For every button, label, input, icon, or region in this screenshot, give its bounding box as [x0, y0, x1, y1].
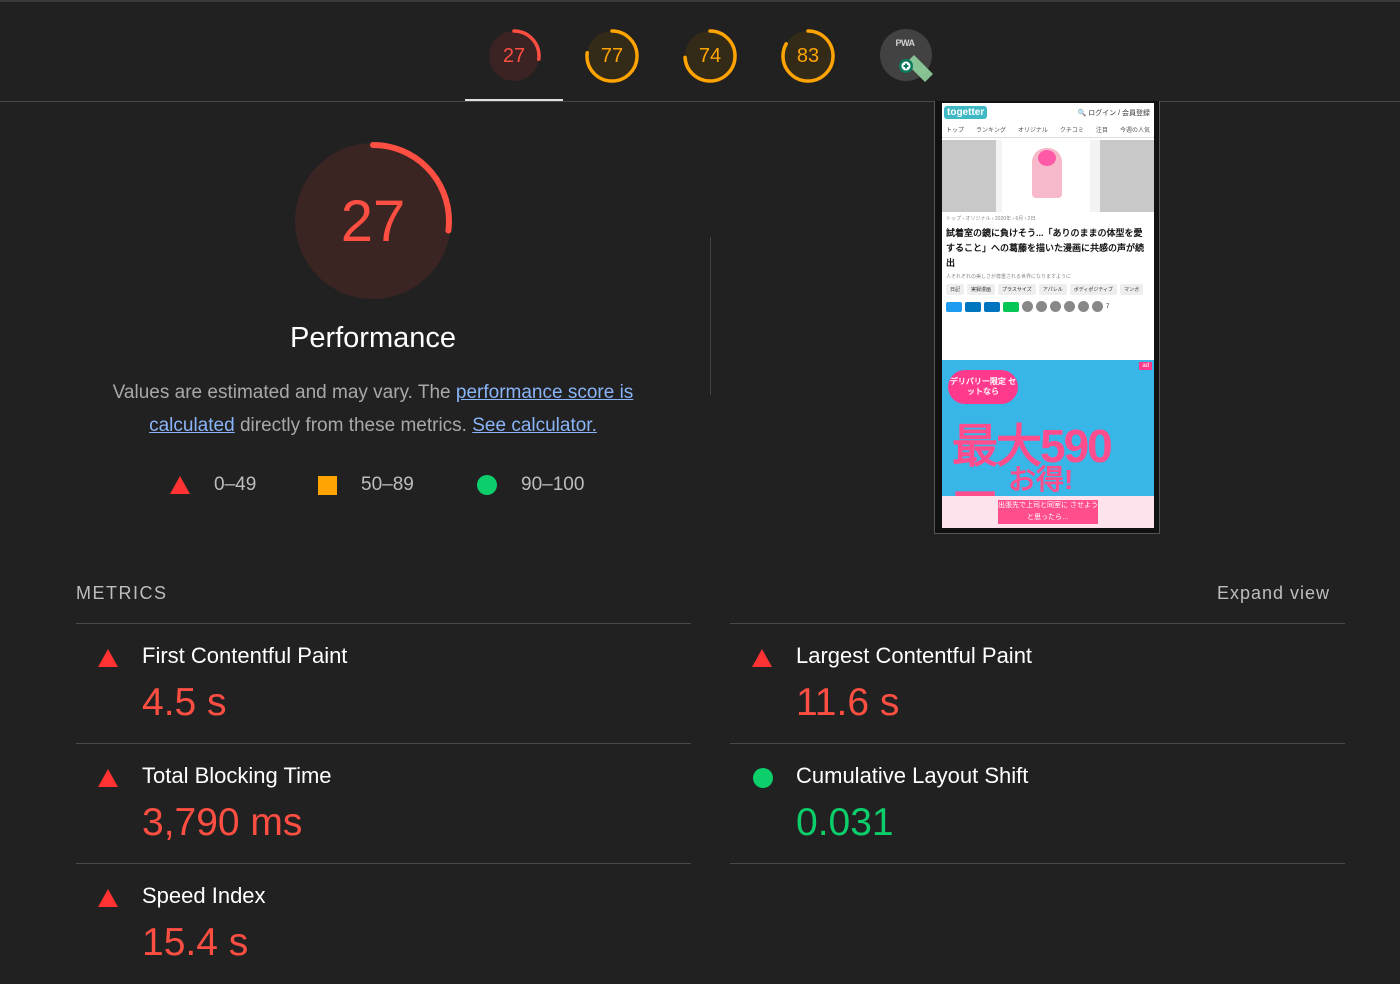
pass-circle-icon [753, 768, 773, 788]
tab-performance-gauge[interactable]: 27 [486, 28, 542, 84]
ad-otoku: お得! [1008, 464, 1074, 495]
line-share-icon [1003, 301, 1019, 312]
avatar [1064, 301, 1075, 312]
desc-text: directly from these metrics. [234, 415, 473, 436]
nav-item: 今週の人気 [1119, 128, 1150, 134]
tab-seo-gauge[interactable]: 83 [780, 28, 836, 84]
performance-score-gauge: 27 [292, 140, 454, 302]
fail-triangle-icon [98, 889, 118, 907]
tab-score: 77 [600, 44, 624, 67]
tag: 日記 [946, 284, 965, 295]
screenshot-hero-image [942, 140, 1154, 212]
avatar [1092, 301, 1103, 312]
screenshot-headline: 試着室の鏡に負けそう...「ありのままの体型を愛すること」への葛藤を描いた漫画に… [946, 228, 1145, 268]
hero-figure-head [1038, 150, 1056, 166]
metric-largest-contentful-paint: Largest Contentful Paint 11.6 s [730, 624, 1344, 744]
performance-score: 27 [340, 188, 406, 254]
tab-accessibility-gauge[interactable]: 77 [584, 28, 640, 84]
nav-item: ランキング [976, 128, 1006, 134]
metric-name: Cumulative Layout Shift [796, 763, 1029, 788]
nav-item: トップ [946, 128, 965, 134]
metric-value: 4.5 s [142, 681, 227, 724]
metric-value: 15.4 s [142, 921, 249, 964]
tag: アパレル [1038, 284, 1067, 295]
legend-label: 50–89 [361, 474, 414, 495]
tab-pwa-badge[interactable]: PWA [879, 28, 933, 84]
pwa-label: PWA [895, 38, 915, 48]
see-calculator-link[interactable]: See calculator. [472, 415, 597, 436]
tab-score: 74 [698, 44, 722, 67]
screenshot-login-text: 🔍 ログイン / 会員登録 [1077, 110, 1150, 117]
metric-first-contentful-paint: First Contentful Paint 4.5 s [76, 624, 690, 744]
screenshot-ad-banner: ad デリバリー限定 セットなら 最大590円 お得! 出張先で上司と同室に さ… [942, 360, 1154, 528]
metric-name: Total Blocking Time [142, 763, 332, 788]
legend-pass: 90–100 [477, 472, 584, 498]
selected-tab-indicator [465, 99, 563, 101]
metric-name: Speed Index [142, 883, 266, 908]
screenshot-subline: 人それぞれの美しさが尊重される世界になりますように [946, 274, 1072, 280]
expand-view-toggle[interactable]: Expand view [1217, 583, 1330, 604]
pwa-installable-icon [880, 29, 933, 82]
tab-score: 83 [796, 44, 820, 67]
fail-triangle-icon [98, 649, 118, 667]
final-screenshot-thumbnail[interactable]: togetter 🔍 ログイン / 会員登録 トップ ランキング オリジナル ク… [934, 101, 1160, 534]
togetter-logo: togetter [944, 106, 988, 119]
avatar [1050, 301, 1061, 312]
screenshot-breadcrumb: トップ › オリジナル › 2020年 › 6月 › 2日 [946, 216, 1036, 222]
ad-brand: ad [1139, 362, 1152, 370]
facebook-share-icon [984, 301, 1000, 312]
fail-triangle-icon [98, 769, 118, 787]
metric-name: First Contentful Paint [142, 643, 348, 668]
legend-average: 50–89 [318, 472, 414, 498]
score-description: Values are estimated and may vary. The p… [93, 376, 653, 442]
twitter-share-icon [946, 301, 962, 312]
average-square-icon [318, 475, 337, 495]
ad-manga-text: 出張先で上司と同室に させようと思ったら… [998, 500, 1098, 524]
share-count: 7 [1106, 303, 1110, 310]
metric-cumulative-layout-shift: Cumulative Layout Shift 0.031 [730, 744, 1344, 864]
screenshot-tags: 日記 実録漫画 プラスサイズ アパレル ボディポジティブ マンガ [942, 282, 1154, 297]
avatar [1036, 301, 1047, 312]
legend-fail: 0–49 [170, 472, 256, 498]
pass-circle-icon [477, 475, 497, 495]
screenshot-share-bar: 7 [942, 297, 1154, 316]
nav-item: 注目 [1095, 128, 1108, 134]
tag: プラスサイズ [998, 284, 1036, 295]
screenshot-nav: トップ ランキング オリジナル クチコミ 注目 今週の人気 [942, 125, 1154, 138]
metric-total-blocking-time: Total Blocking Time 3,790 ms [76, 744, 690, 864]
vertical-divider [710, 237, 711, 395]
avatar [1022, 301, 1033, 312]
metric-value: 0.031 [796, 801, 894, 844]
metric-value: 11.6 s [796, 681, 900, 724]
tab-best-practices-gauge[interactable]: 74 [682, 28, 738, 84]
tag: ボディポジティブ [1069, 284, 1118, 295]
avatar [1078, 301, 1089, 312]
hatena-share-icon [965, 301, 981, 312]
desc-text: Values are estimated and may vary. The [112, 382, 456, 403]
metric-value: 3,790 ms [142, 801, 303, 844]
metrics-heading: METRICS [76, 583, 168, 603]
category-title: Performance [289, 322, 456, 354]
legend-label: 90–100 [521, 474, 585, 495]
tag: マンガ [1120, 284, 1144, 295]
metric-name: Largest Contentful Paint [796, 643, 1033, 668]
legend-label: 0–49 [214, 474, 257, 495]
tab-score: 27 [502, 44, 526, 67]
metric-speed-index: Speed Index 15.4 s [76, 864, 690, 984]
tag: 実録漫画 [967, 284, 996, 295]
fail-triangle-icon [752, 649, 772, 667]
screenshot-header: togetter 🔍 ログイン / 会員登録 [942, 103, 1154, 125]
nav-item: オリジナル [1017, 128, 1048, 134]
login-label: ログイン / 会員登録 [1088, 110, 1150, 117]
screenshot-page: togetter 🔍 ログイン / 会員登録 トップ ランキング オリジナル ク… [942, 103, 1154, 528]
hero-side-right [1100, 140, 1154, 212]
category-tabs-bar: 27 77 74 83 PWA [0, 2, 1400, 102]
ad-pill: デリバリー限定 セットなら [948, 370, 1018, 404]
hero-side-left [942, 140, 996, 212]
nav-item: クチコミ [1059, 128, 1084, 134]
fail-triangle-icon [170, 476, 190, 494]
